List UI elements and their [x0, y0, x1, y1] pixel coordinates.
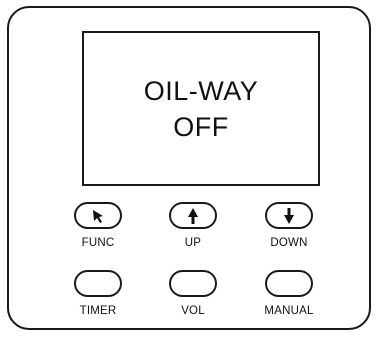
cursor-arrow-icon	[93, 209, 103, 223]
vol-button[interactable]	[169, 270, 217, 297]
func-button[interactable]	[74, 202, 122, 229]
manual-label: MANUAL	[264, 305, 314, 317]
display-line-2: OFF	[173, 111, 229, 142]
up-label: UP	[184, 237, 202, 249]
down-label: DOWN	[270, 237, 308, 249]
arrow-up-icon	[188, 207, 198, 224]
up-button[interactable]	[169, 202, 217, 229]
vol-label: VOL	[181, 305, 205, 317]
display-line-1: OIL-WAY	[143, 75, 259, 106]
timer-label: TIMER	[79, 305, 117, 317]
func-label: FUNC	[81, 237, 115, 249]
timer-button[interactable]	[74, 270, 122, 297]
manual-button[interactable]	[265, 270, 313, 297]
down-button[interactable]	[265, 202, 313, 229]
arrow-down-icon	[284, 207, 294, 224]
lcd-display: OIL-WAY OFF	[82, 31, 320, 186]
